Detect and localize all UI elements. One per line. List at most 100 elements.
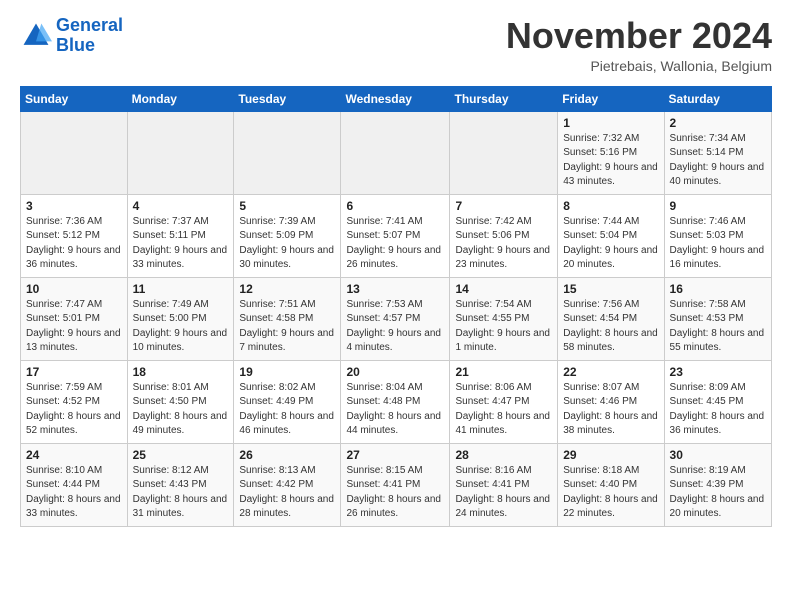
page: General Blue November 2024 Pietrebais, W… <box>0 0 792 543</box>
calendar-cell: 18Sunrise: 8:01 AM Sunset: 4:50 PM Dayli… <box>127 360 234 443</box>
calendar-cell: 1Sunrise: 7:32 AM Sunset: 5:16 PM Daylig… <box>558 111 664 194</box>
calendar-cell <box>341 111 450 194</box>
calendar-cell: 20 Sunrise: 8:04 AM Sunset: 4:48 PM Dayli… <box>341 360 450 443</box>
day-number: 4 <box>133 199 229 213</box>
title-area: November 2024 Pietrebais, Wallonia, Belg… <box>506 16 772 74</box>
day-number: 19 <box>239 365 335 379</box>
calendar-cell: 11 Sunrise: 7:49 AM Sunset: 5:00 PM Dayli… <box>127 277 234 360</box>
calendar-cell <box>234 111 341 194</box>
day-info: Sunrise: 7:42 AM Sunset: 5:06 PM Dayligh… <box>455 215 552 273</box>
calendar-cell: 30 Sunrise: 8:19 AM Sunset: 4:39 PM Dayli… <box>664 443 771 526</box>
calendar-cell: 13Sunrise: 7:53 AM Sunset: 4:57 PM Dayli… <box>341 277 450 360</box>
calendar-cell: 15Sunrise: 7:56 AM Sunset: 4:54 PM Dayli… <box>558 277 664 360</box>
calendar-cell: 8 Sunrise: 7:44 AM Sunset: 5:04 PM Daylig… <box>558 194 664 277</box>
col-thursday: Thursday <box>450 86 558 111</box>
calendar-cell: 4 Sunrise: 7:37 AM Sunset: 5:11 PM Daylig… <box>127 194 234 277</box>
day-number: 9 <box>670 199 766 213</box>
day-number: 2 <box>670 116 766 130</box>
day-info: Sunrise: 7:49 AM Sunset: 5:00 PM Dayligh… <box>133 298 229 356</box>
day-number: 13 <box>346 282 444 296</box>
calendar-cell: 21 Sunrise: 8:06 AM Sunset: 4:47 PM Dayli… <box>450 360 558 443</box>
day-info: Sunrise: 8:07 AM Sunset: 4:46 PM Dayligh… <box>563 381 658 439</box>
day-number: 30 <box>670 448 766 462</box>
day-number: 20 <box>346 365 444 379</box>
day-info: Sunrise: 8:06 AM Sunset: 4:47 PM Dayligh… <box>455 381 552 439</box>
day-info: Sunrise: 7:54 AM Sunset: 4:55 PM Dayligh… <box>455 298 552 356</box>
day-info: Sunrise: 8:19 AM Sunset: 4:39 PM Dayligh… <box>670 464 766 522</box>
day-info: Sunrise: 7:59 AM Sunset: 4:52 PM Dayligh… <box>26 381 122 439</box>
logo-line2: Blue <box>56 35 95 55</box>
day-info: Sunrise: 8:15 AM Sunset: 4:41 PM Dayligh… <box>346 464 444 522</box>
day-number: 7 <box>455 199 552 213</box>
day-info: Sunrise: 7:34 AM Sunset: 5:14 PM Dayligh… <box>670 132 766 190</box>
calendar-cell: 6 Sunrise: 7:41 AM Sunset: 5:07 PM Daylig… <box>341 194 450 277</box>
day-info: Sunrise: 7:36 AM Sunset: 5:12 PM Dayligh… <box>26 215 122 273</box>
calendar-cell: 22 Sunrise: 8:07 AM Sunset: 4:46 PM Dayli… <box>558 360 664 443</box>
day-info: Sunrise: 7:58 AM Sunset: 4:53 PM Dayligh… <box>670 298 766 356</box>
day-number: 21 <box>455 365 552 379</box>
calendar-cell: 26 Sunrise: 8:13 AM Sunset: 4:42 PM Dayli… <box>234 443 341 526</box>
header: General Blue November 2024 Pietrebais, W… <box>20 16 772 74</box>
day-info: Sunrise: 7:46 AM Sunset: 5:03 PM Dayligh… <box>670 215 766 273</box>
calendar-cell: 9 Sunrise: 7:46 AM Sunset: 5:03 PM Daylig… <box>664 194 771 277</box>
day-number: 27 <box>346 448 444 462</box>
col-friday: Friday <box>558 86 664 111</box>
day-info: Sunrise: 8:09 AM Sunset: 4:45 PM Dayligh… <box>670 381 766 439</box>
calendar-cell: 24 Sunrise: 8:10 AM Sunset: 4:44 PM Dayli… <box>21 443 128 526</box>
header-row: Sunday Monday Tuesday Wednesday Thursday… <box>21 86 772 111</box>
calendar-cell: 14 Sunrise: 7:54 AM Sunset: 4:55 PM Dayli… <box>450 277 558 360</box>
day-info: Sunrise: 8:13 AM Sunset: 4:42 PM Dayligh… <box>239 464 335 522</box>
day-info: Sunrise: 7:41 AM Sunset: 5:07 PM Dayligh… <box>346 215 444 273</box>
calendar-cell: 7 Sunrise: 7:42 AM Sunset: 5:06 PM Daylig… <box>450 194 558 277</box>
logo-icon <box>20 20 52 52</box>
calendar-cell: 28Sunrise: 8:16 AM Sunset: 4:41 PM Dayli… <box>450 443 558 526</box>
calendar-cell: 19 Sunrise: 8:02 AM Sunset: 4:49 PM Dayli… <box>234 360 341 443</box>
day-number: 5 <box>239 199 335 213</box>
day-number: 10 <box>26 282 122 296</box>
col-monday: Monday <box>127 86 234 111</box>
day-info: Sunrise: 8:01 AM Sunset: 4:50 PM Dayligh… <box>133 381 229 439</box>
logo-line1: General <box>56 15 123 35</box>
day-number: 6 <box>346 199 444 213</box>
calendar-cell: 5Sunrise: 7:39 AM Sunset: 5:09 PM Daylig… <box>234 194 341 277</box>
day-info: Sunrise: 8:04 AM Sunset: 4:48 PM Dayligh… <box>346 381 444 439</box>
day-info: Sunrise: 7:37 AM Sunset: 5:11 PM Dayligh… <box>133 215 229 273</box>
calendar-header: Sunday Monday Tuesday Wednesday Thursday… <box>21 86 772 111</box>
day-info: Sunrise: 8:02 AM Sunset: 4:49 PM Dayligh… <box>239 381 335 439</box>
calendar-cell: 23 Sunrise: 8:09 AM Sunset: 4:45 PM Dayli… <box>664 360 771 443</box>
day-info: Sunrise: 7:47 AM Sunset: 5:01 PM Dayligh… <box>26 298 122 356</box>
calendar-cell: 3 Sunrise: 7:36 AM Sunset: 5:12 PM Daylig… <box>21 194 128 277</box>
day-number: 17 <box>26 365 122 379</box>
day-number: 12 <box>239 282 335 296</box>
logo-text: General Blue <box>56 16 123 56</box>
col-sunday: Sunday <box>21 86 128 111</box>
day-number: 8 <box>563 199 658 213</box>
day-number: 22 <box>563 365 658 379</box>
calendar-cell: 10 Sunrise: 7:47 AM Sunset: 5:01 PM Dayli… <box>21 277 128 360</box>
logo: General Blue <box>20 16 123 56</box>
day-number: 3 <box>26 199 122 213</box>
day-number: 26 <box>239 448 335 462</box>
day-info: Sunrise: 8:10 AM Sunset: 4:44 PM Dayligh… <box>26 464 122 522</box>
calendar-cell: 17 Sunrise: 7:59 AM Sunset: 4:52 PM Dayli… <box>21 360 128 443</box>
day-info: Sunrise: 8:12 AM Sunset: 4:43 PM Dayligh… <box>133 464 229 522</box>
month-title: November 2024 <box>506 16 772 56</box>
day-number: 24 <box>26 448 122 462</box>
calendar: Sunday Monday Tuesday Wednesday Thursday… <box>20 86 772 527</box>
week-row-2: 10 Sunrise: 7:47 AM Sunset: 5:01 PM Dayli… <box>21 277 772 360</box>
col-saturday: Saturday <box>664 86 771 111</box>
day-info: Sunrise: 8:16 AM Sunset: 4:41 PM Dayligh… <box>455 464 552 522</box>
col-tuesday: Tuesday <box>234 86 341 111</box>
day-info: Sunrise: 7:51 AM Sunset: 4:58 PM Dayligh… <box>239 298 335 356</box>
day-info: Sunrise: 7:32 AM Sunset: 5:16 PM Dayligh… <box>563 132 658 190</box>
calendar-cell: 29Sunrise: 8:18 AM Sunset: 4:40 PM Dayli… <box>558 443 664 526</box>
calendar-cell: 25 Sunrise: 8:12 AM Sunset: 4:43 PM Dayli… <box>127 443 234 526</box>
day-number: 23 <box>670 365 766 379</box>
calendar-body: 1Sunrise: 7:32 AM Sunset: 5:16 PM Daylig… <box>21 111 772 526</box>
calendar-cell: 27 Sunrise: 8:15 AM Sunset: 4:41 PM Dayli… <box>341 443 450 526</box>
day-info: Sunrise: 7:44 AM Sunset: 5:04 PM Dayligh… <box>563 215 658 273</box>
week-row-0: 1Sunrise: 7:32 AM Sunset: 5:16 PM Daylig… <box>21 111 772 194</box>
day-number: 14 <box>455 282 552 296</box>
day-number: 11 <box>133 282 229 296</box>
day-number: 25 <box>133 448 229 462</box>
